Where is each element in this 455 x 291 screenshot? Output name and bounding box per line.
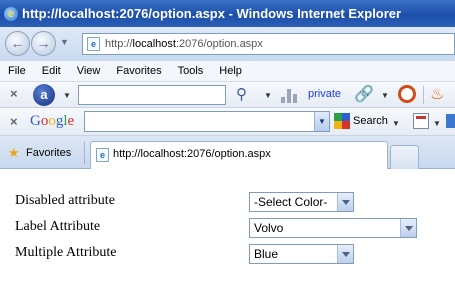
label-attribute-label: Label Attribute	[15, 219, 101, 234]
disabled-select-value: -Select Color-	[254, 195, 328, 209]
menu-edit[interactable]: Edit	[34, 65, 69, 77]
close-toolbar-icon[interactable]: ×	[10, 86, 18, 101]
ask-toolbar: × a ▼ ⚲ ▼ private 🔗 ▼ ♨	[0, 82, 455, 108]
multiple-select-value: Blue	[254, 247, 279, 261]
label-select-value: Volvo	[254, 221, 284, 235]
url-host: localhost	[132, 38, 176, 50]
google-history-dropdown-icon[interactable]: ▼	[314, 112, 329, 131]
flame-icon[interactable]: ♨	[430, 84, 444, 104]
menu-file[interactable]: File	[0, 65, 34, 77]
window-title: http://localhost:2076/option.aspx - Wind…	[22, 6, 402, 21]
private-link[interactable]: private	[308, 88, 341, 100]
page-icon: e	[87, 37, 100, 51]
page-tools-icon[interactable]	[413, 113, 429, 129]
stats-bars-icon[interactable]	[281, 87, 297, 103]
multiple-attribute-select[interactable]: Blue	[249, 244, 354, 264]
ask-logo-icon[interactable]: a	[33, 84, 55, 106]
ask-dropdown-icon[interactable]: ▼	[63, 91, 71, 100]
toolbar-separator	[423, 86, 424, 104]
page-icon: e	[96, 148, 109, 162]
menu-view[interactable]: View	[69, 65, 109, 77]
chevron-down-icon[interactable]	[337, 193, 353, 211]
disabled-color-select[interactable]: -Select Color-	[249, 192, 354, 212]
google-search-button[interactable]: Search	[353, 115, 388, 127]
magnifier-icon[interactable]: ⚲	[236, 85, 247, 103]
search-options-dropdown-icon[interactable]: ▼	[264, 91, 272, 100]
ask-search-input[interactable]	[78, 85, 226, 105]
label-attribute-select[interactable]: Volvo	[249, 218, 417, 238]
forward-button[interactable]: →	[31, 31, 56, 56]
url-prefix: http://	[105, 38, 133, 50]
back-button[interactable]: ←	[5, 31, 30, 56]
page-tools-dropdown-icon[interactable]: ▼	[433, 119, 441, 128]
multiple-attribute-label: Multiple Attribute	[15, 245, 117, 260]
tab-option-page[interactable]: e http://localhost:2076/option.aspx	[90, 141, 388, 169]
search-dropdown-icon[interactable]: ▼	[392, 119, 400, 128]
link-chain-icon[interactable]: 🔗	[354, 84, 374, 104]
disabled-attribute-label: Disabled attribute	[15, 193, 115, 208]
page-content: Disabled attribute -Select Color- Label …	[0, 169, 455, 291]
google-search-input[interactable]: ▼	[84, 111, 330, 132]
menu-tools[interactable]: Tools	[170, 65, 212, 77]
window-titlebar: e http://localhost:2076/option.aspx - Wi…	[0, 0, 455, 27]
favorites-star-icon[interactable]: ★	[8, 145, 20, 161]
menu-bar: File Edit View Favorites Tools Help	[0, 61, 455, 82]
address-input[interactable]: e http://localhost:2076/option.aspx	[82, 33, 455, 55]
ring-icon[interactable]	[398, 85, 416, 103]
new-tab-button[interactable]	[390, 145, 419, 169]
tab-title: http://localhost:2076/option.aspx	[113, 148, 271, 160]
menu-help[interactable]: Help	[211, 65, 250, 77]
tab-separator	[84, 142, 85, 164]
chevron-down-icon[interactable]	[337, 245, 353, 263]
toolbar-overflow-icon[interactable]	[446, 114, 455, 128]
link-dropdown-icon[interactable]: ▼	[381, 91, 389, 100]
recent-pages-dropdown-icon[interactable]: ▼	[60, 37, 69, 47]
tab-bar: ★ Favorites e http://localhost:2076/opti…	[0, 136, 455, 169]
google-toolbar: × Google ▼ Search ▼ ▼	[0, 108, 455, 136]
close-google-toolbar-icon[interactable]: ×	[10, 114, 18, 129]
favorites-button[interactable]: Favorites	[26, 147, 71, 159]
google-logo-icon[interactable]: Google	[30, 113, 74, 130]
ie-logo-icon: e	[4, 6, 18, 21]
google-search-icon[interactable]	[334, 113, 350, 129]
url-rest: :2076/option.aspx	[175, 38, 263, 50]
chevron-down-icon[interactable]	[400, 219, 416, 237]
address-toolbar: ← → ▼ e http://localhost:2076/option.asp…	[0, 27, 455, 61]
menu-favorites[interactable]: Favorites	[108, 65, 169, 77]
